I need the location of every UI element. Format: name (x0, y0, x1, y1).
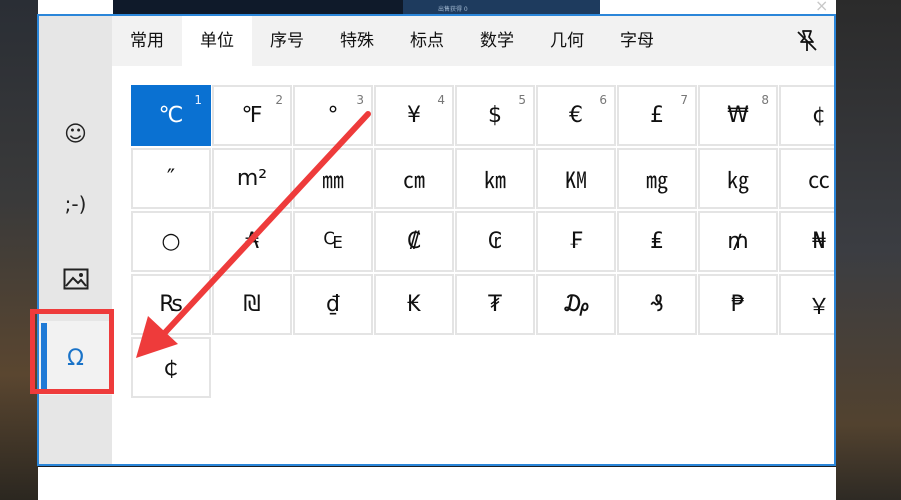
red-arrow-annotation (136, 111, 371, 358)
